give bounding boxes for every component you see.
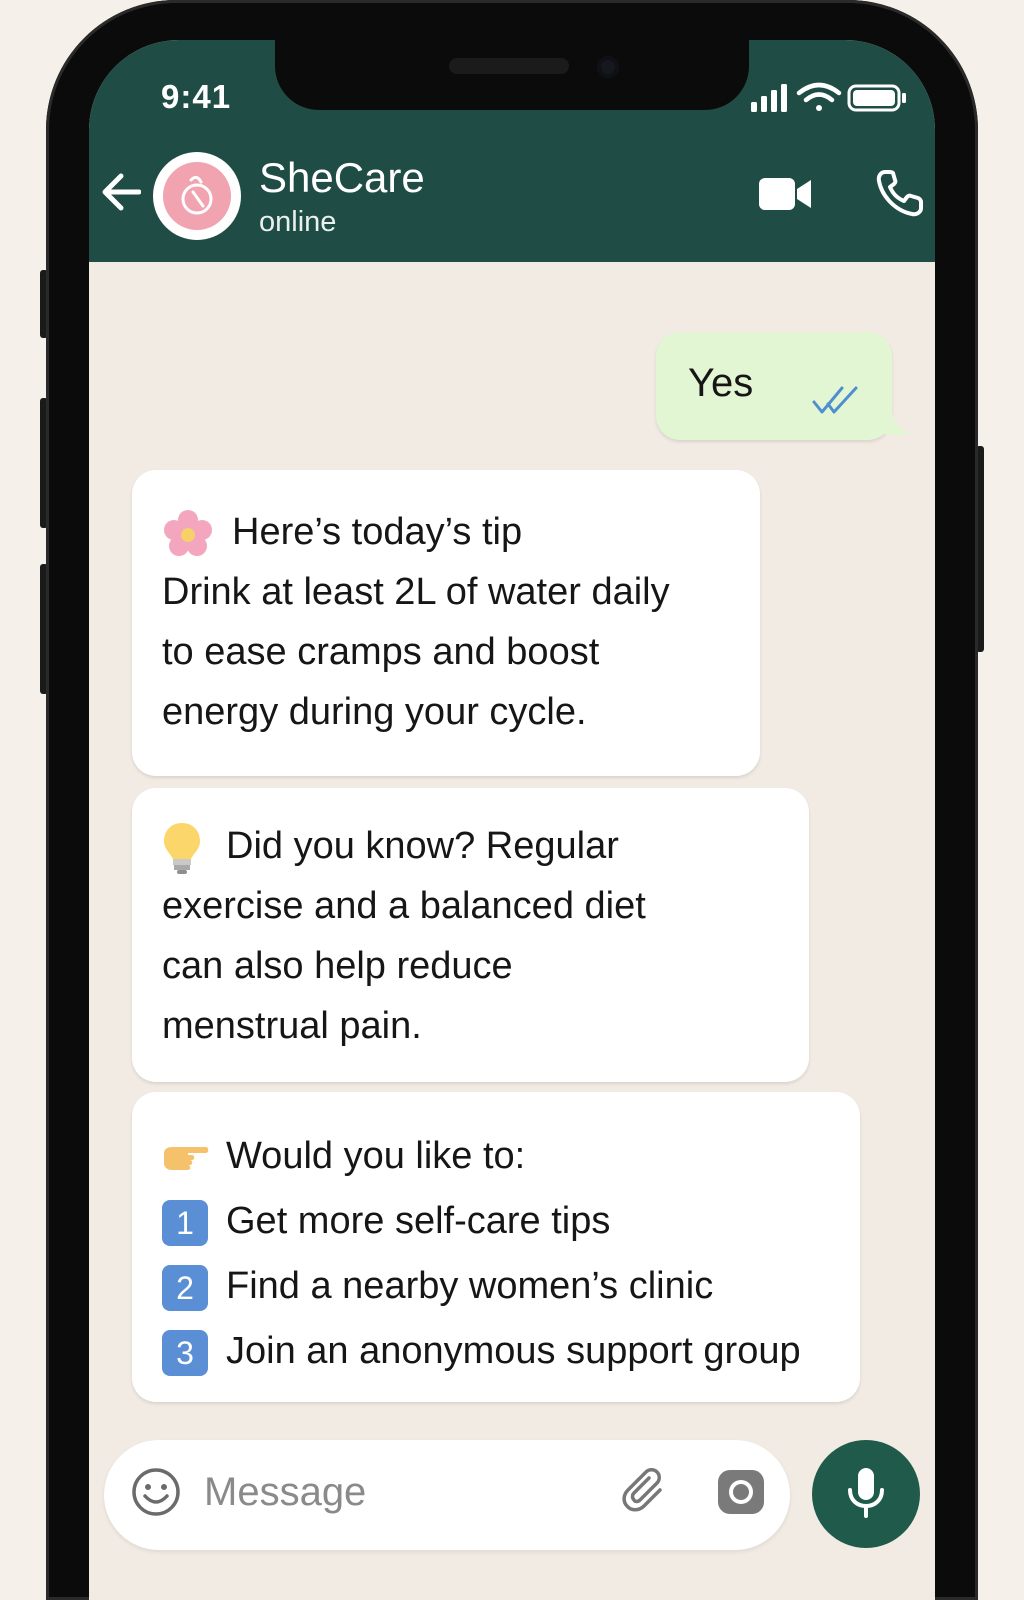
outgoing-bubble-tail	[879, 408, 911, 435]
message-text: Here’s today’s tip	[232, 511, 523, 553]
message-line: to ease cramps and boost	[162, 631, 600, 673]
message-line: Drink at least 2L of water daily	[162, 571, 670, 613]
message-bubble-incoming[interactable]: Here’s today’s tip Drink at least 2L of …	[132, 470, 760, 776]
message-text: Find a nearby women’s clinic	[226, 1265, 714, 1307]
back-arrow-icon[interactable]	[99, 170, 141, 214]
status-time: 9:41	[161, 78, 232, 115]
message-line: energy during your cycle.	[162, 691, 587, 733]
video-call-icon[interactable]	[757, 172, 813, 216]
camera-icon[interactable]	[716, 1468, 766, 1516]
paperclip-icon[interactable]	[622, 1466, 672, 1516]
chat-header: 9:41 SheCare online	[89, 40, 935, 262]
microphone-icon	[848, 1468, 884, 1518]
message-bubble-incoming[interactable]: Did you know? Regular exercise and a bal…	[132, 788, 809, 1082]
contact-status: online	[259, 206, 337, 238]
voice-call-icon[interactable]	[875, 168, 925, 218]
light-bulb-icon	[164, 822, 200, 874]
keycap-three-icon: 3	[162, 1329, 208, 1376]
avatar[interactable]	[153, 152, 241, 240]
avatar-logo-icon	[181, 175, 213, 215]
pointing-hand-icon	[164, 1146, 209, 1170]
message-composer[interactable]: Message	[104, 1440, 790, 1550]
keycap-one-icon: 1	[162, 1199, 208, 1246]
message-input[interactable]: Message	[204, 1470, 366, 1515]
read-receipt-icon	[812, 386, 858, 414]
message-line: exercise and a balanced diet	[162, 885, 646, 927]
message-bubble-incoming[interactable]: Would you like to: 1 Get more self-care t…	[132, 1092, 860, 1402]
message-text: Did you know? Regular	[226, 825, 619, 867]
message-line: Did you know? Regular	[162, 816, 646, 876]
wifi-icon	[796, 82, 842, 111]
emoji-icon[interactable]	[130, 1466, 182, 1518]
option-item-3[interactable]: 3 Join an anonymous support group	[162, 1319, 801, 1384]
message-line: Here’s today’s tip	[162, 502, 670, 562]
option-item-1[interactable]: 1 Get more self-care tips	[162, 1189, 801, 1254]
flower-icon	[164, 509, 212, 556]
avatar-logo-background	[163, 162, 231, 230]
battery-icon	[847, 84, 906, 112]
chat-screen: 9:41 SheCare online Yes Here’s today’s t…	[89, 40, 935, 1600]
message-text: Yes	[688, 361, 754, 405]
earpiece-speaker	[449, 58, 569, 74]
message-text: Would you like to:	[226, 1135, 526, 1177]
message-text: Join an anonymous support group	[226, 1330, 801, 1372]
status-icons	[751, 82, 906, 112]
message-line: can also help reduce	[162, 945, 513, 987]
message-line: Would you like to:	[162, 1124, 801, 1189]
notch	[275, 40, 749, 110]
contact-name[interactable]: SheCare	[259, 154, 425, 202]
front-camera	[597, 56, 619, 78]
cellular-signal-icon	[751, 84, 787, 112]
message-line: menstrual pain.	[162, 1005, 422, 1047]
option-item-2[interactable]: 2 Find a nearby women’s clinic	[162, 1254, 801, 1319]
message-text: Get more self-care tips	[226, 1200, 611, 1242]
mic-button[interactable]	[812, 1440, 920, 1548]
keycap-two-icon: 2	[162, 1264, 208, 1311]
